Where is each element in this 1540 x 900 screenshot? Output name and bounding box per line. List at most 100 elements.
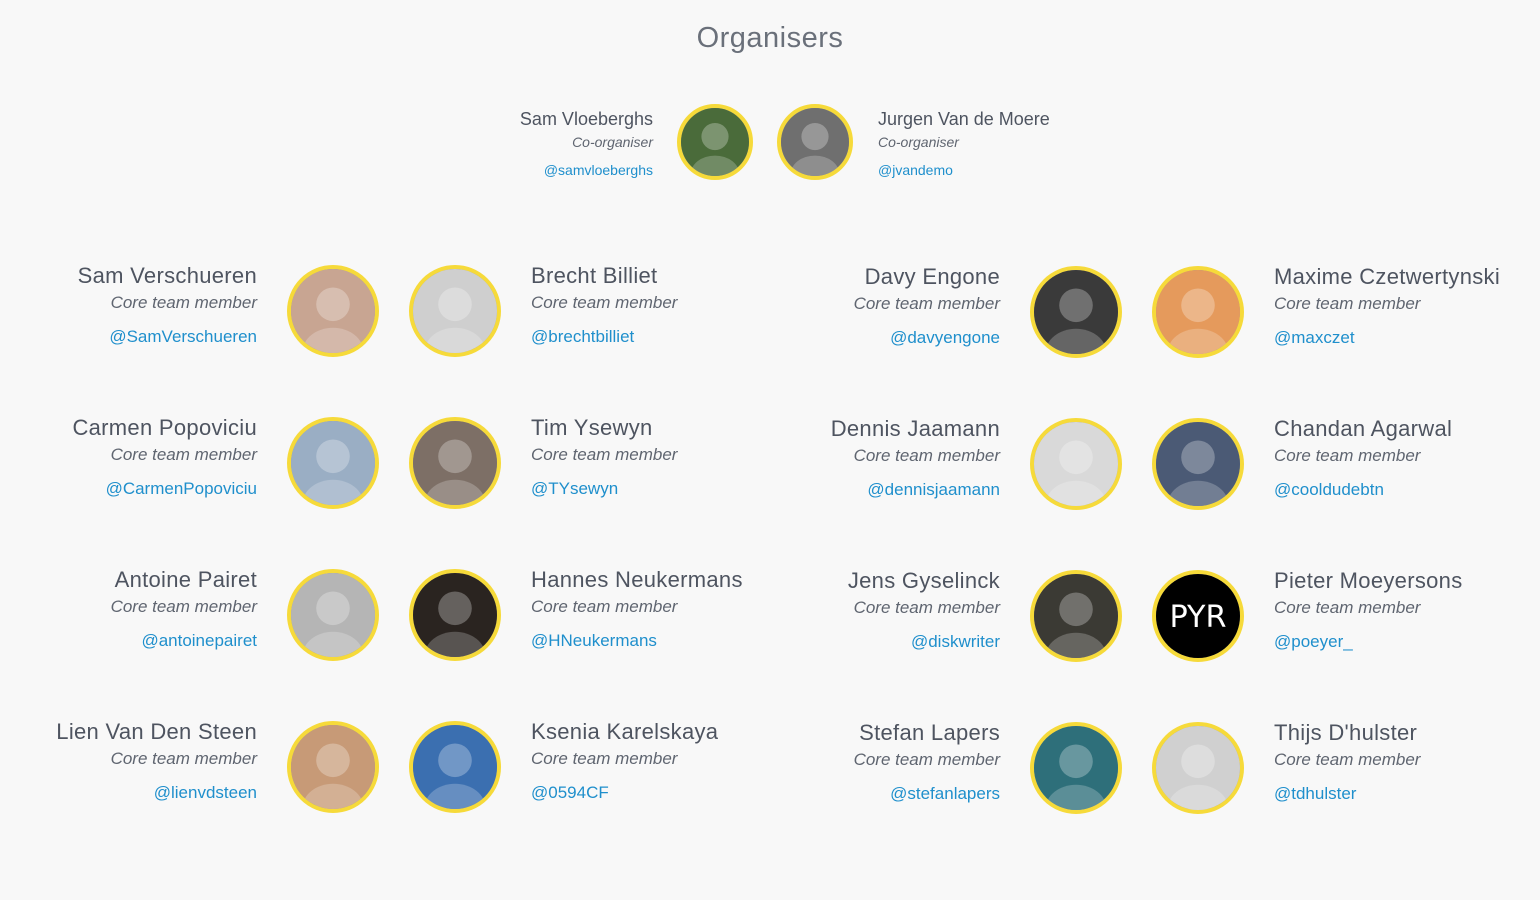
avatar-head-shape	[1181, 440, 1215, 475]
person-name: Lien Van Den Steen	[56, 719, 257, 744]
person-role: Core team member	[1274, 446, 1421, 465]
person-name: Pieter Moeyersons	[1274, 568, 1463, 593]
person-role: Core team member	[1274, 750, 1421, 769]
avatar-image: PYR	[1156, 574, 1240, 658]
twitter-handle-link[interactable]: @tdhulster	[1274, 782, 1420, 806]
twitter-handle-link[interactable]: @diskwriter	[680, 630, 1000, 654]
person-name: Maxime Czetwertynski	[1274, 264, 1501, 289]
avatar	[287, 721, 379, 813]
avatar	[1152, 722, 1244, 814]
avatar	[777, 104, 853, 180]
avatar	[1152, 266, 1244, 358]
avatar-image	[781, 108, 849, 176]
team-member-info: Davy Engone Core team member @davyengone	[680, 262, 1000, 350]
person-name: Stefan Lapers	[859, 720, 1000, 745]
twitter-handle-link[interactable]: @cooldudebtn	[1274, 478, 1452, 502]
twitter-handle-link[interactable]: @davyengone	[680, 326, 1000, 350]
avatar-image	[1156, 270, 1240, 354]
avatar-image	[1034, 422, 1118, 506]
team-member-info: Stefan Lapers Core team member @stefanlape…	[680, 718, 1000, 806]
avatar	[1030, 570, 1122, 662]
person-role: Core team member	[110, 597, 257, 616]
avatar	[1030, 418, 1122, 510]
avatar	[1030, 722, 1122, 814]
avatar-image	[1156, 726, 1240, 810]
person-role: Co-organiser	[878, 134, 959, 150]
avatar-image	[1034, 574, 1118, 658]
avatar-image	[291, 421, 375, 505]
person-role: Core team member	[853, 446, 1000, 465]
twitter-handle-link[interactable]: @SamVerschueren	[0, 325, 257, 349]
avatar	[1030, 266, 1122, 358]
avatar-head-shape	[701, 122, 729, 151]
team-member-info: Maxime Czetwertynski Core team member @max…	[1274, 262, 1500, 350]
person-name: Chandan Agarwal	[1274, 416, 1453, 441]
avatar-image	[291, 269, 375, 353]
team-member-info: Sam Verschueren Core team member @SamVersc…	[0, 261, 257, 349]
avatar-head-shape	[316, 287, 350, 322]
person-name: Davy Engone	[864, 264, 1000, 289]
team-member-info: Thijs D'hulster Core team member @tdhulste…	[1274, 718, 1420, 806]
twitter-handle-link[interactable]: @jvandemo	[878, 160, 1050, 180]
team-member-info: Antoine Pairet Core team member @antoinepa…	[0, 565, 257, 653]
avatar-head-shape	[1181, 288, 1215, 323]
twitter-handle-link[interactable]: @stefanlapers	[680, 782, 1000, 806]
organiser-info: Sam Vloeberghs Co-organiser @samvloeberg…	[353, 106, 653, 180]
person-role: Co-organiser	[572, 134, 653, 150]
avatar-head-shape	[438, 591, 472, 626]
twitter-handle-link[interactable]: @lienvdsteen	[0, 781, 257, 805]
avatar-head-shape	[316, 439, 350, 474]
person-name: Jurgen Van de Moere	[878, 109, 1050, 129]
avatar: PYR	[1152, 570, 1244, 662]
avatar	[409, 265, 501, 357]
avatar-head-shape	[316, 743, 350, 778]
avatar	[409, 417, 501, 509]
twitter-handle-link[interactable]: @dennisjaamann	[680, 478, 1000, 502]
team-member-info: Pieter Moeyersons Core team member @poeyer…	[1274, 566, 1463, 654]
team-member-info: Brecht Billiet Core team member @brechtbil…	[531, 261, 677, 349]
avatar	[409, 569, 501, 661]
person-name: Brecht Billiet	[531, 263, 658, 288]
person-role: Core team member	[853, 750, 1000, 769]
avatar-image	[413, 573, 497, 657]
person-role: Core team member	[110, 445, 257, 464]
avatar-image	[1034, 726, 1118, 810]
avatar-image	[413, 269, 497, 353]
twitter-handle-link[interactable]: @brechtbilliet	[531, 325, 677, 349]
twitter-handle-link[interactable]: @samvloeberghs	[353, 160, 653, 180]
section-title: Organisers	[696, 22, 844, 54]
avatar-image	[291, 573, 375, 657]
person-role: Core team member	[531, 445, 678, 464]
team-member-info: Chandan Agarwal Core team member @cooldude…	[1274, 414, 1452, 502]
team-member-info: Tim Ysewyn Core team member @TYsewyn	[531, 413, 677, 501]
avatar-head-shape	[1059, 288, 1093, 323]
avatar	[409, 721, 501, 813]
twitter-handle-link[interactable]: @poeyer_	[1274, 630, 1463, 654]
avatar	[287, 417, 379, 509]
twitter-handle-link[interactable]: @maxczet	[1274, 326, 1500, 350]
avatar-head-shape	[316, 591, 350, 626]
organiser-info: Jurgen Van de Moere Co-organiser @jvande…	[878, 106, 1050, 180]
person-role: Core team member	[531, 293, 678, 312]
avatar-head-shape	[1059, 592, 1093, 627]
person-name: Tim Ysewyn	[531, 415, 653, 440]
organisers-page: Organisers Sam Vloeberghs Co-organiser @…	[0, 0, 1540, 900]
avatar-image	[681, 108, 749, 176]
avatar	[287, 569, 379, 661]
avatar-head-shape	[438, 439, 472, 474]
avatar-head-shape	[1059, 744, 1093, 779]
person-role: Core team member	[1274, 598, 1421, 617]
avatar-head-shape	[1181, 744, 1215, 779]
avatar	[287, 265, 379, 357]
person-name: Sam Vloeberghs	[519, 109, 653, 129]
team-member-info: Jens Gyselinck Core team member @diskwrite…	[680, 566, 1000, 654]
person-role: Core team member	[1274, 294, 1421, 313]
twitter-handle-link[interactable]: @antoinepairet	[0, 629, 257, 653]
person-name: Carmen Popoviciu	[72, 415, 257, 440]
person-name: Sam Verschueren	[77, 263, 257, 288]
avatar-head-shape	[1059, 440, 1093, 475]
twitter-handle-link[interactable]: @TYsewyn	[531, 477, 677, 501]
avatar-head-shape	[438, 287, 472, 322]
avatar-image	[413, 421, 497, 505]
twitter-handle-link[interactable]: @CarmenPopoviciu	[0, 477, 257, 501]
